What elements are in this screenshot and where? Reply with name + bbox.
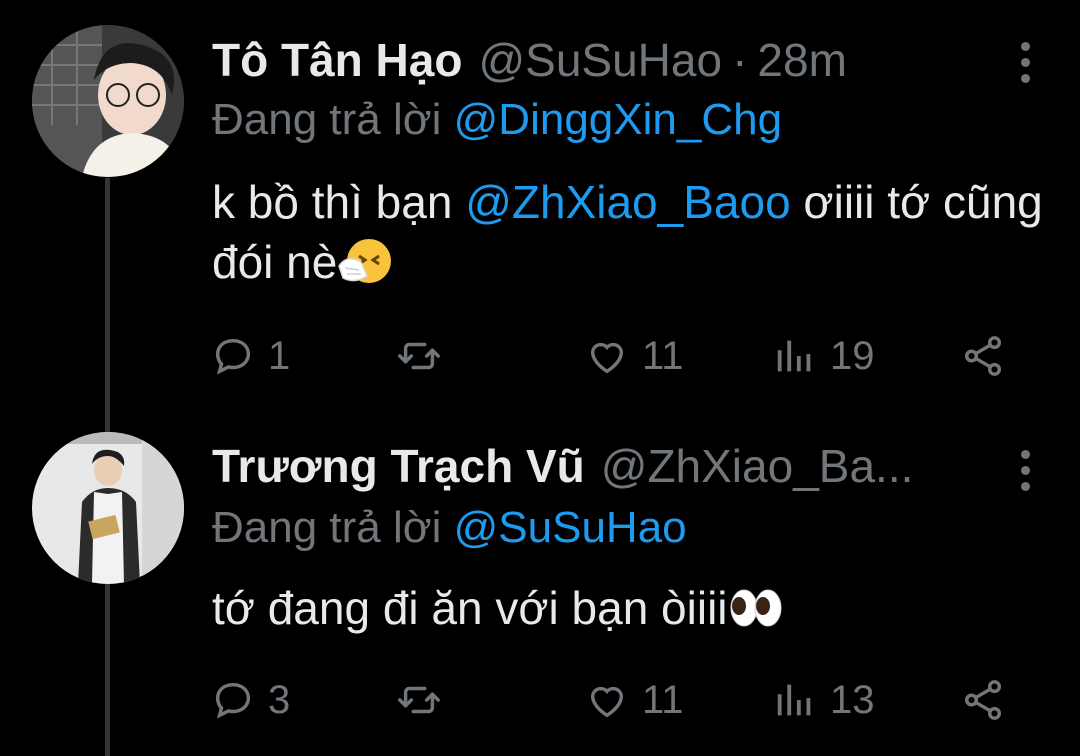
like-button[interactable]: 11 bbox=[584, 670, 684, 730]
views-button[interactable]: 13 bbox=[772, 670, 875, 730]
sneezing-face-emoji-icon bbox=[338, 239, 392, 283]
reply-mention-link[interactable]: @SuSuHao bbox=[454, 503, 687, 552]
reply-icon bbox=[215, 682, 251, 719]
display-name[interactable]: Tô Tân Hạo bbox=[212, 32, 462, 88]
like-count: 11 bbox=[642, 333, 684, 378]
views-count: 19 bbox=[830, 333, 875, 378]
retweet-icon bbox=[398, 686, 440, 714]
user-handle[interactable]: @ZhXiao_Ba... bbox=[601, 438, 914, 494]
share-button[interactable] bbox=[960, 326, 1006, 386]
heart-icon bbox=[590, 342, 624, 374]
views-count: 13 bbox=[830, 677, 875, 722]
like-button[interactable]: 11 bbox=[584, 326, 684, 386]
share-button[interactable] bbox=[960, 670, 1006, 730]
replying-to: Đang trả lời @SuSuHao bbox=[212, 500, 687, 556]
tweet-actions: 1 11 19 bbox=[210, 326, 1030, 386]
like-count: 11 bbox=[642, 677, 684, 722]
more-options-icon[interactable] bbox=[1018, 450, 1032, 491]
retweet-button[interactable] bbox=[396, 670, 454, 730]
more-options-icon[interactable] bbox=[1018, 42, 1032, 83]
reply-count: 1 bbox=[268, 333, 291, 378]
tweet-header: Trương Trạch Vũ @ZhXiao_Ba... bbox=[212, 436, 1060, 496]
timestamp[interactable]: 28m bbox=[757, 32, 846, 88]
reply-icon bbox=[215, 338, 251, 375]
views-button[interactable]: 19 bbox=[772, 326, 875, 386]
tweet-text: tớ đang đi ăn với bạn òiiii bbox=[212, 578, 1050, 638]
views-icon bbox=[777, 340, 811, 372]
replying-to-label: Đang trả lời bbox=[212, 95, 454, 144]
reply-mention-link[interactable]: @DinggXin_Chg bbox=[454, 95, 782, 144]
reply-thread: Tô Tân Hạo @SuSuHao · 28m Đang trả lời @… bbox=[0, 0, 1080, 756]
eyes-emoji-icon bbox=[730, 589, 782, 627]
reply-button[interactable]: 3 bbox=[210, 670, 290, 730]
reply-button[interactable]: 1 bbox=[210, 326, 290, 386]
tweet-actions: 3 11 13 bbox=[210, 670, 1030, 730]
views-icon bbox=[777, 684, 811, 716]
tweet[interactable]: Trương Trạch Vũ @ZhXiao_Ba... Đang trả l… bbox=[0, 420, 1080, 756]
separator-dot: · bbox=[732, 34, 748, 86]
avatar[interactable] bbox=[32, 432, 184, 584]
tweet-text: k bồ thì bạn @ZhXiao_Baoo ơiiii tớ cũng … bbox=[212, 172, 1050, 292]
tweet[interactable]: Tô Tân Hạo @SuSuHao · 28m Đang trả lời @… bbox=[0, 0, 1080, 420]
avatar[interactable] bbox=[32, 25, 184, 177]
share-icon bbox=[964, 336, 1002, 376]
replying-to: Đang trả lời @DinggXin_Chg bbox=[212, 92, 782, 148]
tweet-header: Tô Tân Hạo @SuSuHao · 28m bbox=[212, 30, 1060, 90]
reply-count: 3 bbox=[268, 677, 291, 722]
heart-icon bbox=[590, 686, 624, 718]
tweet-text-part: k bồ thì bạn bbox=[212, 176, 466, 228]
retweet-button[interactable] bbox=[396, 326, 454, 386]
replying-to-label: Đang trả lời bbox=[212, 503, 454, 552]
retweet-icon bbox=[398, 342, 440, 370]
mention-link[interactable]: @ZhXiao_Baoo bbox=[465, 176, 790, 228]
user-handle[interactable]: @SuSuHao bbox=[478, 32, 722, 88]
tweet-text-part: tớ đang đi ăn với bạn òiiii bbox=[212, 582, 728, 634]
display-name[interactable]: Trương Trạch Vũ bbox=[212, 438, 585, 494]
share-icon bbox=[964, 680, 1002, 720]
